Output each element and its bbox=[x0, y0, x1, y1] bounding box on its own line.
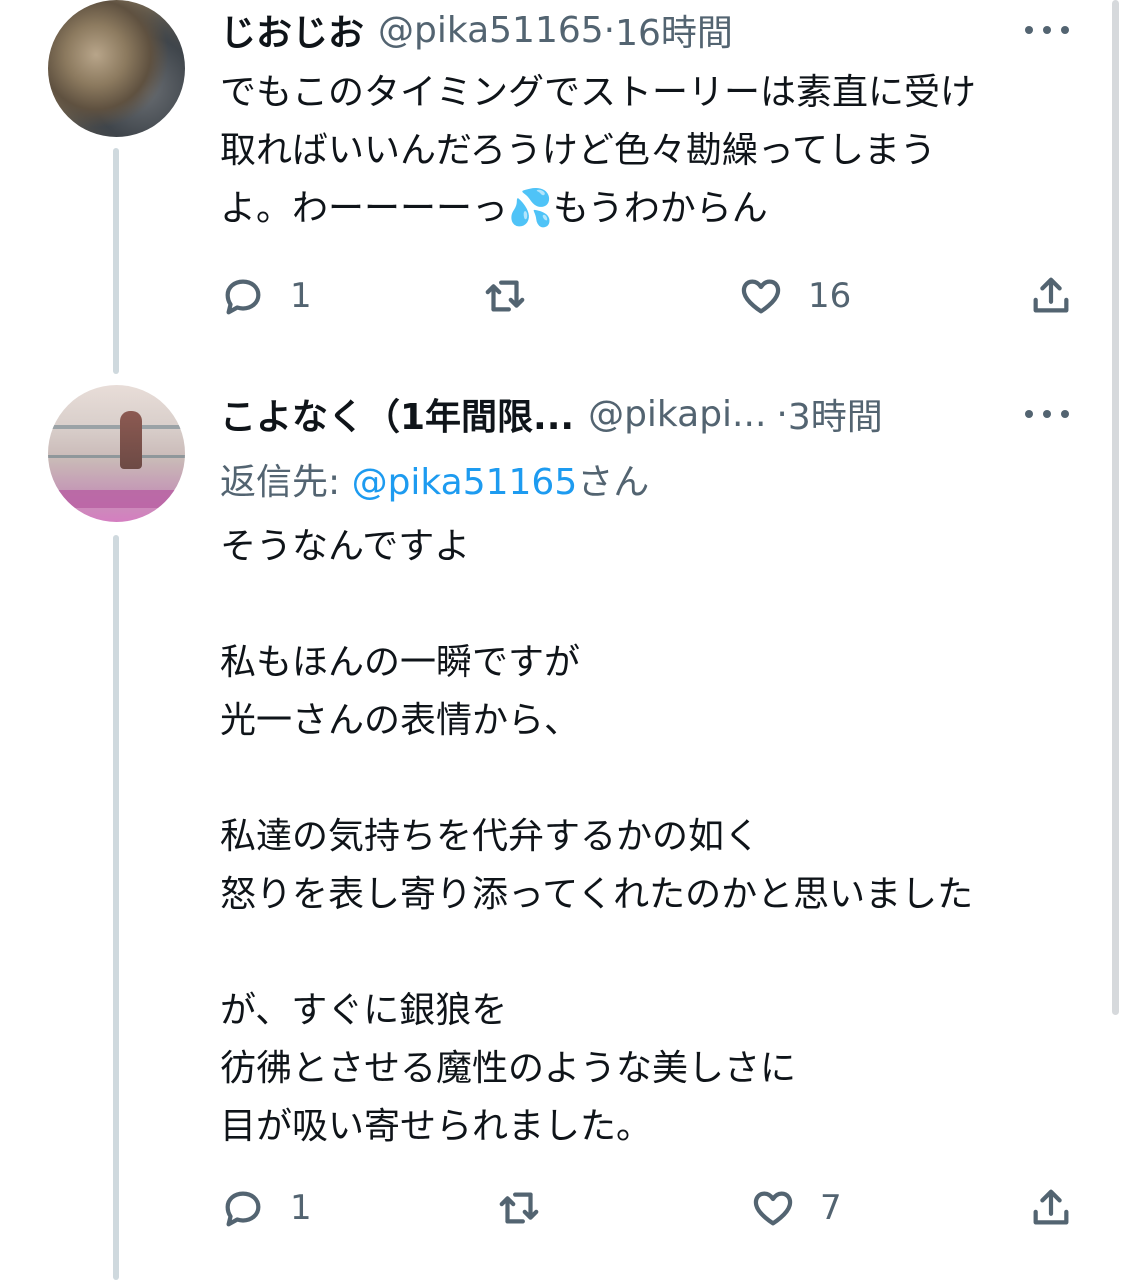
user-handle[interactable]: @pika51165 bbox=[378, 10, 604, 51]
share-icon bbox=[1033, 1189, 1069, 1225]
reply-count: 1 bbox=[290, 1188, 312, 1228]
reply-button[interactable]: 1 bbox=[220, 1178, 312, 1238]
like-button[interactable]: 16 bbox=[738, 266, 851, 326]
tweet-text: でもこのタイミングでストーリーは素直に受け 取ればいいんだろうけど色々勘繰ってし… bbox=[220, 72, 977, 229]
share-icon bbox=[1033, 277, 1069, 313]
separator-dot: · bbox=[603, 9, 616, 51]
reply-to-mention[interactable]: @pika51165 bbox=[352, 462, 578, 503]
retweet-icon bbox=[499, 1192, 539, 1224]
reply-icon bbox=[225, 279, 261, 315]
tweet-header: こよなく（1年間限... @pikapi... · 3時間 bbox=[220, 386, 1121, 442]
reply-to-label: 返信先: bbox=[220, 462, 352, 503]
reply-count: 1 bbox=[290, 276, 312, 316]
timestamp[interactable]: 3時間 bbox=[788, 388, 883, 440]
thread-connector-line bbox=[113, 535, 119, 1280]
more-icon[interactable] bbox=[1025, 20, 1069, 40]
separator-dot: · bbox=[776, 393, 788, 435]
tweet-text: そうなんですよ 私もほんの一瞬ですが 光一さんの表情から、 私達の気持ちを代弁す… bbox=[220, 526, 974, 1147]
retweet-button[interactable] bbox=[496, 1178, 542, 1238]
like-count: 16 bbox=[808, 276, 852, 316]
display-name[interactable]: こよなく（1年間限... bbox=[220, 388, 574, 440]
user-handle[interactable]: @pikapi... bbox=[588, 394, 766, 435]
timestamp[interactable]: 16時間 bbox=[615, 4, 733, 56]
avatar[interactable] bbox=[48, 385, 185, 522]
heart-icon bbox=[753, 1191, 793, 1226]
like-button[interactable]: 7 bbox=[750, 1178, 842, 1238]
avatar[interactable] bbox=[48, 0, 185, 137]
reply-button[interactable]: 1 bbox=[220, 266, 312, 326]
reply-to-suffix: さん bbox=[577, 462, 650, 503]
tweet-header: じおじお @pika51165 · 16時間 bbox=[220, 2, 1121, 58]
reply-icon bbox=[225, 1191, 261, 1227]
reply-to-line: 返信先: @pika51165さん bbox=[220, 454, 649, 512]
share-button[interactable] bbox=[1028, 1178, 1074, 1238]
retweet-icon bbox=[485, 280, 525, 312]
retweet-button[interactable] bbox=[482, 266, 528, 326]
tweet-actions: 1 16 bbox=[220, 266, 1076, 326]
scrollbar[interactable] bbox=[1112, 0, 1119, 1015]
share-button[interactable] bbox=[1028, 266, 1074, 326]
like-count: 7 bbox=[820, 1188, 842, 1228]
display-name[interactable]: じおじお bbox=[220, 4, 364, 56]
tweet-actions: 1 7 bbox=[220, 1178, 1076, 1238]
more-icon[interactable] bbox=[1025, 404, 1069, 424]
heart-icon bbox=[741, 279, 781, 314]
thread-connector-line bbox=[113, 148, 119, 374]
